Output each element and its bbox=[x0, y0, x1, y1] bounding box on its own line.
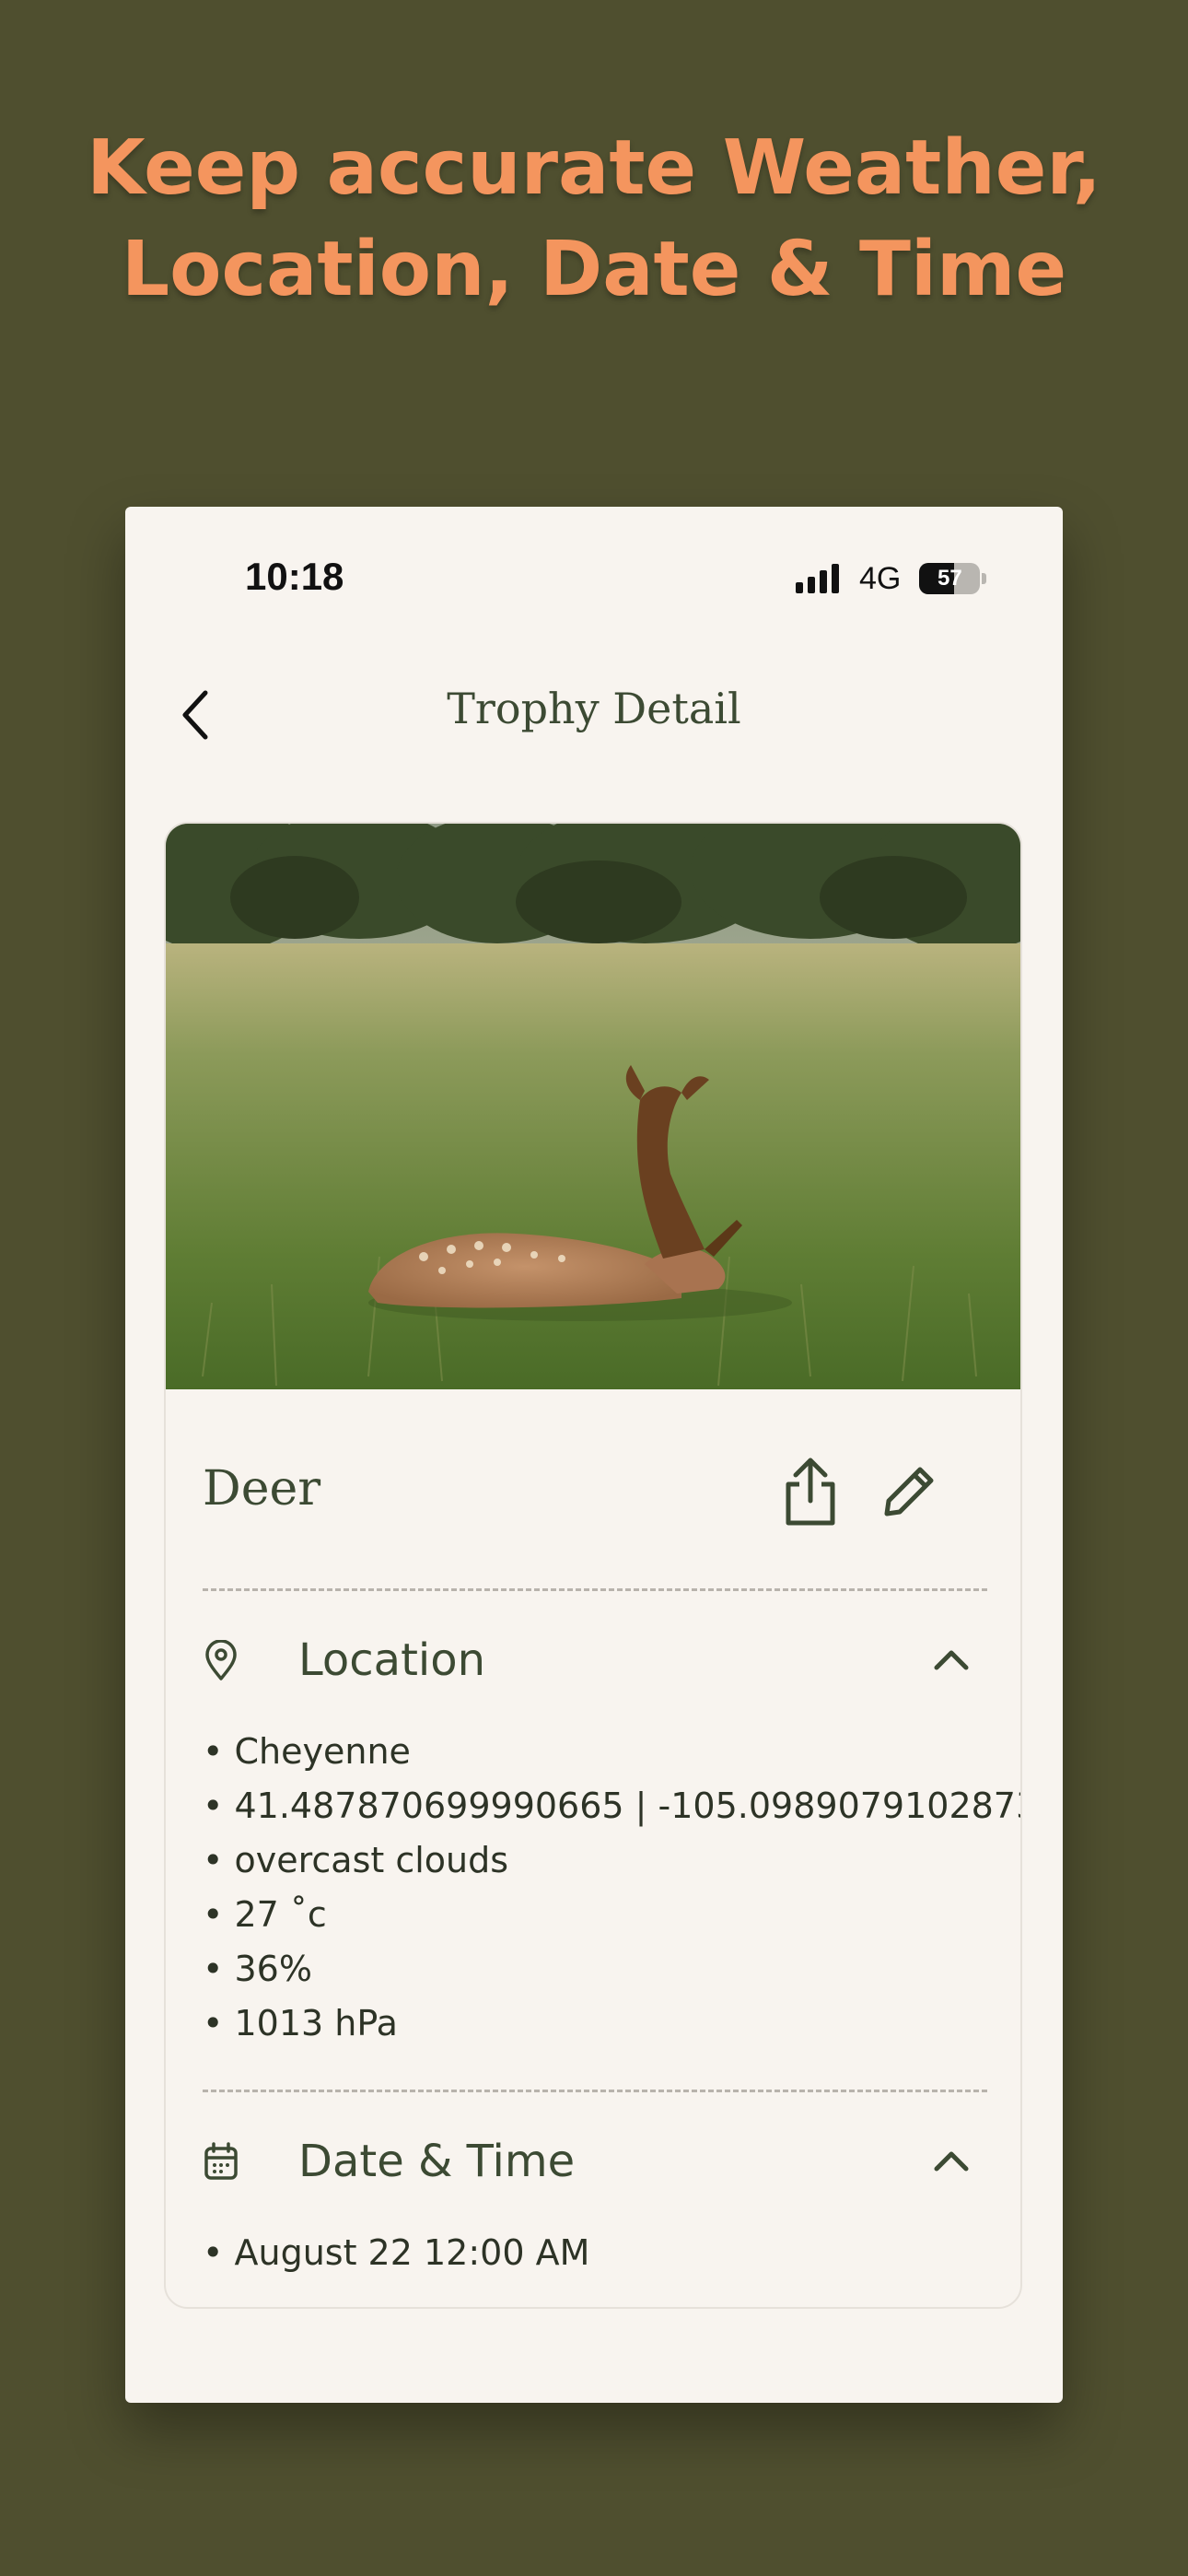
status-indicators: 4G 57 bbox=[796, 560, 987, 597]
location-coordinates: • 41.487870699990665 | -105.098907910287… bbox=[203, 1786, 1022, 1826]
divider bbox=[203, 2090, 987, 2092]
chevron-up-icon bbox=[934, 2151, 969, 2172]
share-icon bbox=[786, 1458, 835, 1526]
weather-condition: • overcast clouds bbox=[203, 1840, 509, 1880]
map-pin-icon bbox=[205, 1640, 237, 1680]
trophy-title-row: Deer bbox=[203, 1450, 987, 1533]
humidity: • 36% bbox=[203, 1949, 312, 1989]
trophy-name: Deer bbox=[203, 1461, 321, 1516]
page-title: Trophy Detail bbox=[447, 684, 741, 733]
calendar-icon bbox=[204, 2142, 238, 2180]
deer-photo bbox=[166, 824, 1020, 1389]
network-type: 4G bbox=[859, 560, 902, 596]
datetime-section-header[interactable]: Date & Time bbox=[203, 2125, 987, 2198]
edit-button[interactable] bbox=[868, 1450, 950, 1533]
temperature: • 27 ˚c bbox=[203, 1894, 327, 1935]
location-city: • Cheyenne bbox=[203, 1731, 411, 1772]
pressure: • 1013 hPa bbox=[203, 2003, 398, 2043]
promo-headline: Keep accurate Weather, Location, Date & … bbox=[0, 118, 1188, 321]
datetime-details: • August 22 12:00 AM bbox=[203, 2226, 1004, 2280]
phone-screen: 10:18 4G 57 Trophy Detail Deer Location … bbox=[125, 507, 1063, 2403]
signal-icon bbox=[796, 564, 839, 593]
battery-icon: 57 bbox=[919, 563, 981, 594]
promo-line-1: Keep accurate Weather, bbox=[87, 124, 1101, 212]
location-details: • Cheyenne • 41.487870699990665 | -105.0… bbox=[203, 1725, 1022, 2051]
share-button[interactable] bbox=[774, 1450, 847, 1533]
trophy-date-time: • August 22 12:00 AM bbox=[203, 2232, 590, 2273]
collapse-location-button[interactable] bbox=[928, 1636, 974, 1682]
location-label: Location bbox=[298, 1634, 486, 1686]
collapse-datetime-button[interactable] bbox=[928, 2137, 974, 2184]
status-time: 10:18 bbox=[245, 555, 344, 598]
promo-line-2: Location, Date & Time bbox=[121, 226, 1067, 313]
datetime-label: Date & Time bbox=[298, 2136, 576, 2187]
location-section-header[interactable]: Location bbox=[203, 1623, 987, 1697]
pencil-icon bbox=[884, 1467, 934, 1516]
chevron-up-icon bbox=[934, 1650, 969, 1670]
divider bbox=[203, 1588, 987, 1591]
trophy-card: Deer Location • Cheyenne • 41.4878706999… bbox=[164, 822, 1022, 2309]
battery-percent: 57 bbox=[938, 566, 962, 591]
